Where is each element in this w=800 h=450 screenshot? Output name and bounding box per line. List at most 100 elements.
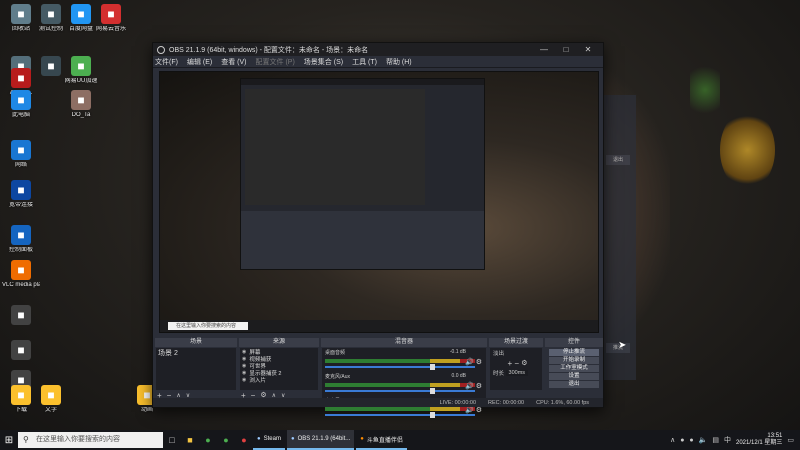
tray-expand-icon[interactable]: ∧	[670, 436, 675, 444]
rec-status: REC: 00:00:00	[488, 399, 525, 406]
taskbar-app[interactable]: ● Steam	[253, 430, 285, 450]
nested-taskbar: 在这里输入你要搜索的内容	[160, 320, 598, 332]
visibility-eye-icon[interactable]: ◉	[242, 370, 246, 376]
browser-icon[interactable]: ●	[199, 430, 217, 450]
tray-app-icon[interactable]: ●	[680, 437, 684, 444]
control-button[interactable]: 设置	[549, 373, 599, 380]
menu-item[interactable]: 查看 (V)	[221, 57, 246, 67]
visibility-eye-icon[interactable]: ◉	[242, 377, 246, 383]
tray-app-icon[interactable]: ●	[689, 437, 693, 444]
transition-toolbar: + − ⚙	[490, 358, 542, 368]
remove-transition-icon[interactable]: −	[514, 359, 519, 368]
desktop-icon-label: 文字	[44, 407, 57, 413]
duration-row: 时长 300ms	[490, 368, 542, 378]
volume-slider[interactable]	[325, 364, 475, 370]
desktop-icon[interactable]: ■ 此电脑	[2, 90, 40, 119]
menu-item[interactable]: 文件(F)	[155, 57, 178, 67]
sources-header: 来源	[239, 338, 319, 347]
minimize-button[interactable]: —	[533, 45, 555, 54]
search-icon: ⚲	[23, 435, 29, 444]
scene-item[interactable]: 场景 2	[156, 348, 236, 358]
menu-item[interactable]: 配置文件 (P)	[256, 57, 295, 67]
slider-knob[interactable]	[430, 388, 435, 394]
control-button[interactable]: 工作室模式	[549, 365, 599, 372]
transition-settings-icon[interactable]: ⚙	[521, 359, 527, 367]
source-item[interactable]: ◉ 浏入片	[240, 376, 318, 384]
network-icon[interactable]: ▤	[712, 436, 719, 444]
add-transition-icon[interactable]: +	[507, 359, 512, 368]
scenes-dock: 场景 场景 2 + − ∧ ∨	[155, 338, 237, 400]
desktop-icon[interactable]: ■ 控制面板	[2, 225, 40, 254]
desktop-icon-label: 网易云音乐	[95, 26, 126, 32]
taskbar-apps: ● Steam ● OBS 21.1.9 (64bit... ● 斗鱼直播伴侣	[253, 430, 409, 450]
mute-settings-icon[interactable]: 🔊 ⚙	[465, 382, 482, 390]
taskbar-app[interactable]: ● 斗鱼直播伴侣	[356, 430, 407, 450]
desktop-icon[interactable]: ■	[2, 340, 40, 362]
wechat-icon[interactable]: ●	[217, 430, 235, 450]
desktop-icon[interactable]: ■ DO_Ta	[62, 90, 100, 119]
desktop-icon[interactable]: ■ VLC media player	[2, 260, 40, 289]
mixer-header: 混音器	[321, 338, 487, 347]
volume-slider[interactable]	[325, 388, 475, 394]
cpu-status: CPU: 1.6%, 60.00 fps	[536, 399, 589, 406]
taskbar-app-label: OBS 21.1.9 (64bit...	[297, 436, 351, 442]
desktop-icon-label: 动画	[140, 407, 153, 413]
desktop-icon[interactable]: ■ 网络	[2, 140, 40, 169]
menu-item[interactable]: 编辑 (E)	[187, 57, 212, 67]
control-button[interactable]: 开始录制	[549, 357, 599, 364]
control-button[interactable]: 退出	[549, 381, 599, 388]
taskbar-app[interactable]: ● OBS 21.1.9 (64bit...	[286, 430, 355, 450]
desktop-icon-label: DO_Ta	[71, 112, 91, 118]
menu-item[interactable]: 帮助 (H)	[386, 57, 412, 67]
nested-docks	[241, 211, 484, 269]
control-button[interactable]: 停止推流	[549, 349, 599, 356]
mute-settings-icon[interactable]: 🔊 ⚙	[465, 358, 482, 366]
windows-start-icon[interactable]: ⊞	[0, 430, 18, 450]
visibility-eye-icon[interactable]: ◉	[242, 363, 246, 369]
volume-meter	[325, 407, 475, 411]
ime-indicator[interactable]: 中	[724, 435, 731, 445]
mouse-cursor: ➤	[618, 340, 627, 351]
visibility-eye-icon[interactable]: ◉	[242, 356, 246, 362]
mute-settings-icon[interactable]: 🔊 ⚙	[465, 406, 482, 414]
volume-slider[interactable]	[325, 412, 475, 418]
volume-icon[interactable]: 🔈	[699, 436, 708, 444]
panel-exit-button[interactable]: 退出	[606, 155, 630, 165]
clock[interactable]: 13:51 2021/12/1 星期三	[736, 433, 782, 447]
file-explorer-icon[interactable]: ■	[181, 430, 199, 450]
close-button[interactable]: ✕	[577, 45, 599, 54]
channel-db: 0.0 dB	[451, 373, 466, 379]
desktop-icon[interactable]: ■ 网易云音乐	[92, 4, 130, 33]
task-view-icon[interactable]: □	[163, 430, 181, 450]
app-icon: ■	[41, 4, 61, 24]
desktop-icon[interactable]: ■ 网易UU加速	[62, 56, 100, 85]
wallpaper-lantern	[720, 110, 775, 190]
preview-canvas[interactable]: 在这里输入你要搜索的内容	[159, 71, 599, 333]
taskbar-app-label: Steam	[263, 436, 281, 442]
controls-buttons: 停止推流 开始录制 工作室模式 设置 退出	[546, 348, 602, 400]
taskbar-search[interactable]: ⚲ 在这里输入你要搜索的内容	[18, 432, 163, 448]
desktop-icon[interactable]: ■ 宽带连接	[2, 180, 40, 209]
obs-titlebar[interactable]: OBS 21.1.9 (64bit, windows) - 配置文件：未命名 -…	[153, 43, 603, 56]
duration-input[interactable]: 300ms	[505, 370, 529, 376]
control-panel-icon: ■	[11, 225, 31, 245]
menu-bar: 文件(F) 编辑 (E) 查看 (V) 配置文件 (P) 场景集合 (S) 工具 (T) 帮…	[153, 56, 603, 68]
maximize-button[interactable]: □	[555, 45, 577, 54]
desktop-icon[interactable]: ■	[2, 305, 40, 327]
app-icon: ■	[11, 305, 31, 325]
notification-icon[interactable]: ▭	[787, 436, 794, 444]
menu-item[interactable]: 工具 (T)	[352, 57, 377, 67]
slider-knob[interactable]	[430, 364, 435, 370]
wallpaper-plant	[690, 60, 720, 120]
nested-preview	[245, 89, 425, 205]
slider-knob[interactable]	[430, 412, 435, 418]
transitions-header: 场景过渡	[489, 338, 543, 347]
transition-select[interactable]: 淡出	[490, 348, 542, 358]
app-icon[interactable]: ●	[235, 430, 253, 450]
desktop-icon-label: VLC media player	[2, 282, 40, 288]
volume-meter	[325, 383, 475, 387]
obs-window: OBS 21.1.9 (64bit, windows) - 配置文件：未命名 -…	[152, 42, 604, 418]
visibility-eye-icon[interactable]: ◉	[242, 349, 246, 355]
desktop-icon[interactable]: ■ 文字	[32, 385, 70, 414]
menu-item[interactable]: 场景集合 (S)	[304, 57, 343, 67]
